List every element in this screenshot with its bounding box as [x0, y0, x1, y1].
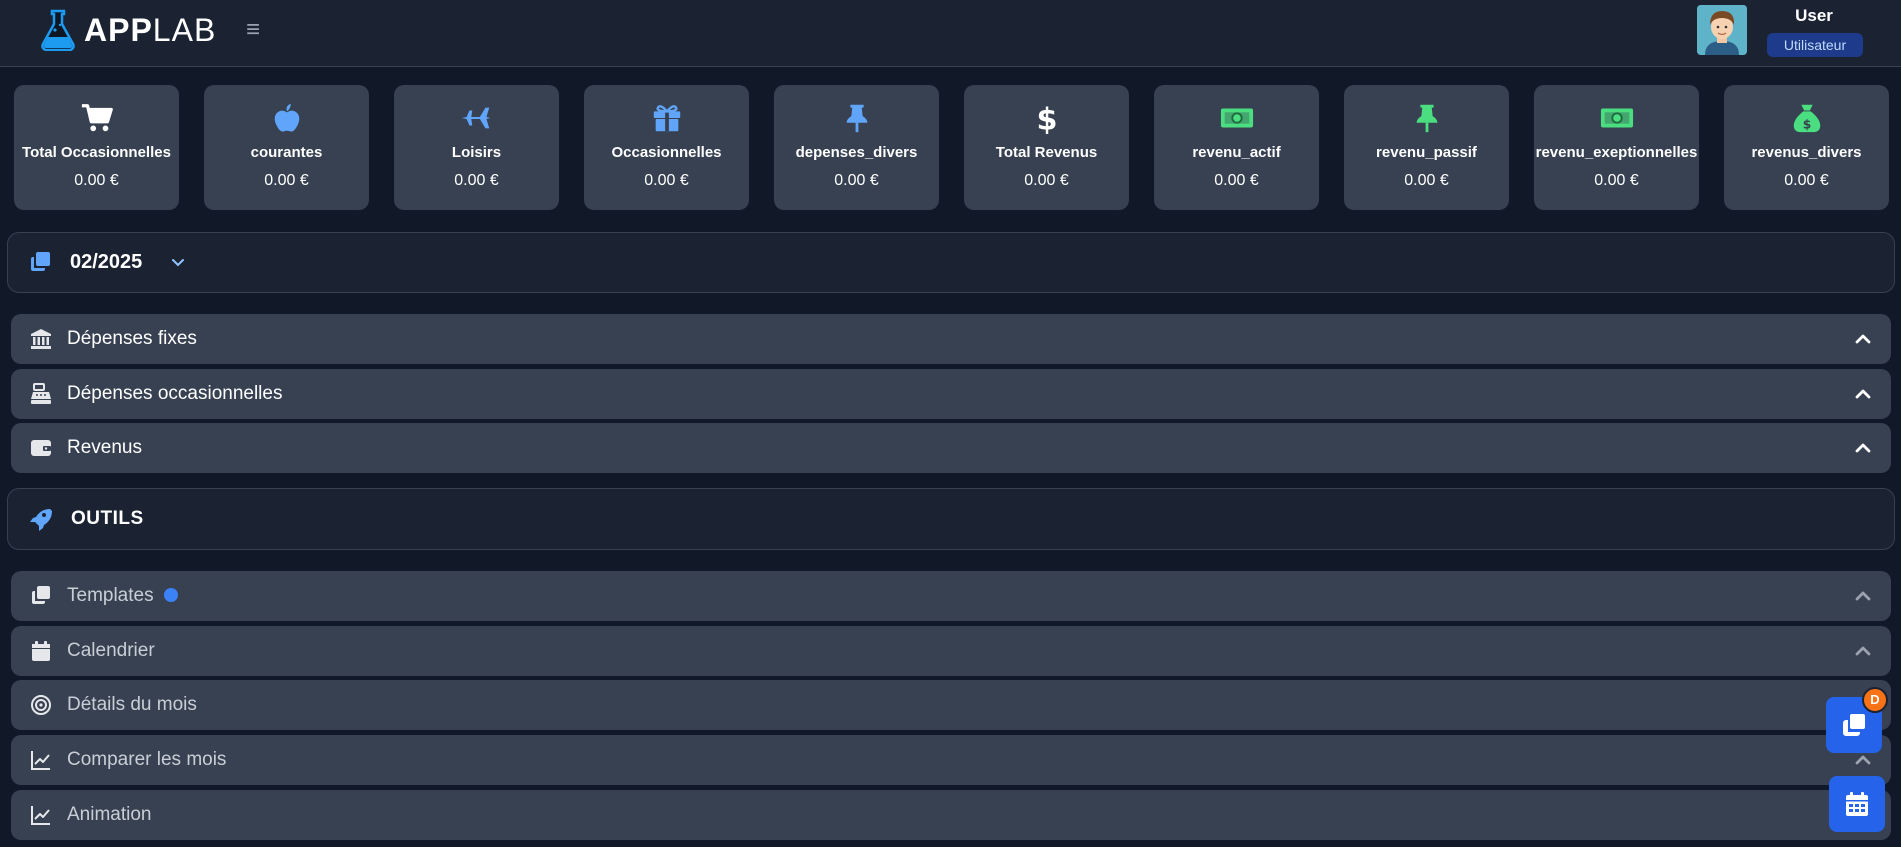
stat-label: Total Revenus — [995, 144, 1098, 161]
stat-label: revenu_exeptionnelles — [1535, 144, 1698, 161]
stat-card-revenu-exeptionnelles: revenu_exeptionnelles 0.00 € — [1534, 85, 1699, 210]
stat-value: 0.00 € — [834, 172, 879, 189]
hamburger-icon[interactable]: ≡ — [246, 18, 266, 42]
wallet-icon — [31, 440, 51, 456]
stat-card-courantes: courantes 0.00 € — [204, 85, 369, 210]
user-name: User — [1795, 6, 1833, 25]
stat-card-revenus-divers: $ revenus_divers 0.00 € — [1724, 85, 1889, 210]
accordion-calendrier[interactable]: Calendrier — [11, 626, 1891, 676]
calendar-icon — [1846, 792, 1868, 816]
accordion-title: Comparer les mois — [67, 749, 227, 770]
stat-card-revenu-actif: revenu_actif 0.00 € — [1154, 85, 1319, 210]
avatar-image — [1697, 5, 1747, 55]
notification-dot — [163, 588, 178, 602]
stat-value: 0.00 € — [454, 172, 499, 189]
bank-icon — [31, 329, 51, 349]
stat-value: 0.00 € — [1024, 172, 1069, 189]
stat-label: Occasionnelles — [611, 144, 722, 161]
accordion-title: Dépenses occasionnelles — [67, 383, 283, 404]
chevron-up-icon[interactable] — [1853, 586, 1873, 606]
chevron-up-icon[interactable] — [1853, 329, 1873, 349]
svg-text:$: $ — [1802, 117, 1811, 131]
stat-label: revenu_passif — [1376, 144, 1477, 161]
accordion-title: Revenus — [67, 437, 142, 458]
stat-card-depenses-divers: depenses_divers 0.00 € — [774, 85, 939, 210]
stat-value: 0.00 € — [1784, 172, 1829, 189]
stat-value: 0.00 € — [1594, 172, 1639, 189]
tools-label: OUTILS — [71, 508, 144, 529]
logo-text: APPLAB — [84, 9, 216, 51]
copy-icon — [1843, 714, 1865, 736]
templates-label: Templates — [67, 585, 154, 606]
accordion-depenses-occasionnelles[interactable]: Dépenses occasionnelles — [11, 369, 1891, 419]
accordion-details-du-mois[interactable]: Détails du mois — [11, 680, 1891, 730]
stat-card-occasionnelles: Occasionnelles 0.00 € — [584, 85, 749, 210]
accordion-title: Animation — [67, 804, 152, 825]
accordion-comparer-les-mois[interactable]: Comparer les mois — [11, 735, 1891, 785]
stat-label: courantes — [250, 144, 323, 161]
top-bar: APPLAB ≡ User Utilisateur — [0, 0, 1901, 67]
stat-card-total-occasionnelles: Total Occasionnelles 0.00 € — [14, 85, 179, 210]
stat-card-total-revenus: $ Total Revenus 0.00 € — [964, 85, 1129, 210]
avatar[interactable] — [1697, 5, 1747, 55]
stat-value: 0.00 € — [264, 172, 309, 189]
money-bill-icon — [1220, 108, 1253, 128]
stat-card-loisirs: Loisirs 0.00 € — [394, 85, 559, 210]
accordion-templates[interactable]: Templates — [11, 571, 1891, 621]
accordion-title: Détails du mois — [67, 694, 197, 715]
cash-register-icon — [31, 383, 51, 404]
stat-value: 0.00 € — [1404, 172, 1449, 189]
copy-icon — [31, 252, 50, 271]
stat-value: 0.00 € — [74, 172, 119, 189]
stat-label: Total Occasionnelles — [22, 144, 171, 161]
flask-icon — [41, 9, 75, 51]
chevron-up-icon[interactable] — [1853, 641, 1873, 661]
chevron-up-icon[interactable] — [1853, 438, 1873, 458]
logo-text-light: LAB — [152, 12, 217, 48]
accordion-title: Calendrier — [67, 640, 155, 661]
month-label[interactable]: 02/2025 — [70, 251, 142, 274]
apple-icon — [274, 103, 299, 132]
svg-text:$: $ — [1036, 102, 1057, 134]
calendar-icon — [32, 641, 50, 661]
stat-label: revenu_actif — [1192, 144, 1281, 161]
chevron-down-icon[interactable] — [168, 253, 188, 273]
accordion-revenus[interactable]: Revenus — [11, 423, 1891, 473]
accordion-animation[interactable]: Animation — [11, 790, 1891, 840]
copy-icon — [32, 586, 50, 604]
stat-label: Loisirs — [451, 144, 502, 161]
rocket-icon — [30, 509, 52, 531]
stat-label: revenus_divers — [1751, 144, 1862, 161]
money-bag-icon: $ — [1793, 104, 1820, 133]
chart-line-icon — [31, 751, 50, 770]
tools-panel: OUTILS — [7, 488, 1895, 550]
cart-icon — [81, 104, 113, 132]
month-selector-panel: 02/2025 — [7, 232, 1895, 293]
stat-value: 0.00 € — [1214, 172, 1259, 189]
calendar-fab-button[interactable] — [1829, 776, 1885, 832]
target-icon — [31, 695, 51, 715]
plane-icon — [461, 107, 490, 129]
accordion-title: Dépenses fixes — [67, 328, 197, 349]
dollar-icon: $ — [1036, 102, 1057, 134]
chevron-up-icon[interactable] — [1853, 750, 1873, 770]
pin-icon — [1416, 104, 1437, 133]
gift-icon — [653, 105, 680, 132]
stat-cards: Total Occasionnelles 0.00 € courantes 0.… — [14, 85, 1894, 210]
stat-card-revenu-passif: revenu_passif 0.00 € — [1344, 85, 1509, 210]
chart-line-icon — [31, 806, 50, 825]
stat-value: 0.00 € — [644, 172, 689, 189]
money-bill-icon — [1600, 108, 1633, 128]
user-role-badge: Utilisateur — [1767, 33, 1863, 57]
stat-label: depenses_divers — [795, 144, 918, 161]
logo-text-bold: APP — [84, 12, 153, 48]
fab-badge: D — [1862, 687, 1888, 713]
app-logo[interactable]: APPLAB — [40, 9, 216, 51]
pin-icon — [846, 104, 867, 133]
chevron-up-icon[interactable] — [1853, 384, 1873, 404]
accordion-title: Templates — [67, 585, 178, 607]
accordion-depenses-fixes[interactable]: Dépenses fixes — [11, 314, 1891, 364]
